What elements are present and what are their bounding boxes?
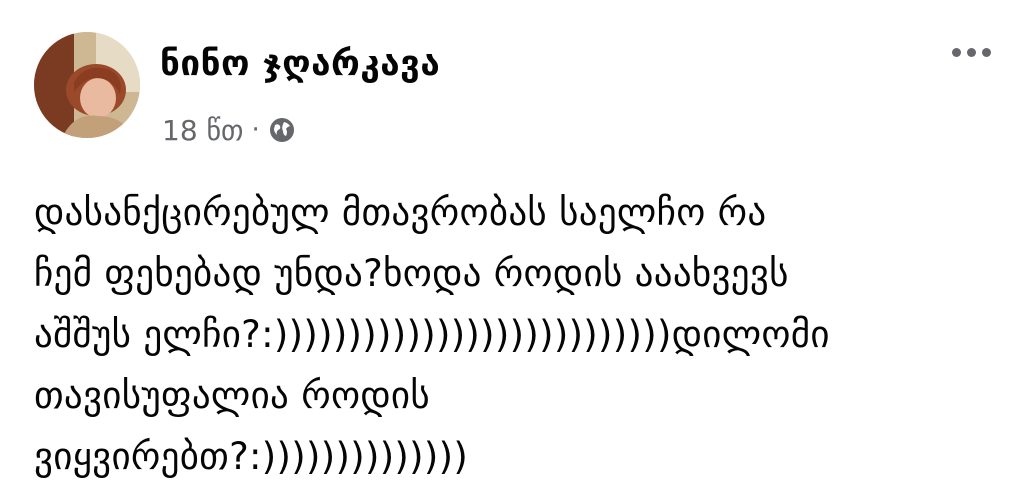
post-timestamp[interactable]: 18 წთ [162, 114, 243, 147]
message-line: დასანქცირებულ მთავრობას საელჩო რა [34, 191, 767, 234]
author-name[interactable]: ნინო ჯღარკავა [160, 44, 440, 84]
dot-icon [951, 47, 961, 57]
more-options-icon[interactable] [946, 38, 996, 66]
message-line: თავისუფალია როდის [34, 374, 430, 417]
post-message: დასანქცირებულ მთავრობას საელჩო რა ჩემ ფე… [34, 182, 1009, 487]
post-meta: 18 წთ · [162, 113, 296, 147]
avatar-photo [34, 32, 140, 138]
message-line: ვიყვირებთ?:)))))))))))))) [34, 435, 469, 478]
message-line: აშშუს ელჩი?:)))))))))))))))))))))))))))დ… [34, 313, 830, 356]
facebook-post: ნინო ჯღარკავა 18 წთ · დასანქცირებულ მთავ… [0, 0, 1024, 499]
dot-icon [966, 47, 976, 57]
author-avatar[interactable] [34, 32, 140, 138]
message-line: ჩემ ფეხებად უნდა?ხოდა როდის ააახვევს [34, 252, 789, 295]
meta-separator: · [251, 115, 260, 145]
globe-icon[interactable] [268, 116, 296, 144]
dot-icon [981, 47, 991, 57]
